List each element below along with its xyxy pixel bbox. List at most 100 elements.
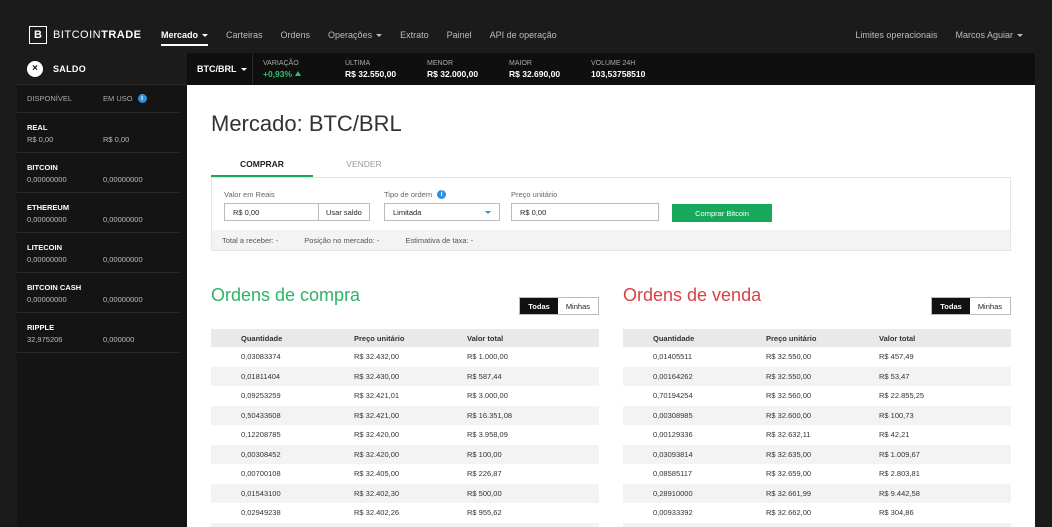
field-label: Preço unitário: [511, 190, 558, 199]
stat-last: ÚLTIMA R$ 32.550,00: [345, 60, 417, 79]
balance-item[interactable]: RIPPLE 32,975206 0,000000: [17, 313, 179, 353]
nav-item-api[interactable]: API de operação: [490, 17, 557, 53]
unit-price-input[interactable]: R$ 0,00: [511, 203, 659, 221]
coin-in-use: 0,00000000: [103, 215, 143, 224]
filter-all-button[interactable]: Todas: [932, 298, 970, 314]
top-navbar: B BITCOINTRADE Mercado Carteiras Ordens …: [17, 17, 1035, 53]
balance-item[interactable]: BITCOIN 0,00000000 0,00000000: [17, 153, 179, 193]
table-row[interactable]: 0,08577115R$ 32.674,00R$ 2.802,49: [623, 522, 1011, 527]
table-row[interactable]: 0,12208785 R$ 32.420,00 R$ 3.958,09: [211, 425, 599, 445]
cell-qty: 0,01811404: [241, 371, 281, 381]
cell-qty: 0,50433608: [241, 410, 281, 420]
field-label: Valor em Reais: [224, 190, 275, 199]
close-icon[interactable]: ×: [27, 60, 43, 77]
table-row[interactable]: 0,00700108 R$ 32.405,00 R$ 226,87: [211, 464, 599, 484]
cell-total: R$ 3.958,09: [467, 430, 508, 440]
coin-list: REAL R$ 0,00 R$ 0,00 BITCOIN 0,00000000 0,000…: [17, 113, 187, 353]
table-row[interactable]: 0,00308985 R$ 32.600,00 R$ 100,73: [623, 405, 1011, 425]
logo[interactable]: B BITCOINTRADE: [29, 26, 161, 44]
nav-item-carteiras[interactable]: Carteiras: [226, 17, 263, 53]
use-balance-button[interactable]: Usar saldo: [319, 203, 370, 221]
user-menu[interactable]: Marcos Aguiar: [955, 17, 1023, 53]
filter-all-button[interactable]: Todas: [520, 298, 558, 314]
coin-name: ETHEREUM: [27, 203, 70, 212]
nav-item-extrato[interactable]: Extrato: [400, 17, 429, 53]
info-icon[interactable]: i: [437, 190, 447, 199]
unit-price-field: Preço unitário R$ 0,00: [511, 190, 659, 221]
tab-buy[interactable]: COMPRAR: [211, 153, 313, 177]
nav-item-limits[interactable]: Limites operacionais: [855, 17, 937, 53]
cell-price: R$ 32.550,00: [766, 371, 812, 381]
cell-total: R$ 304,86: [879, 508, 914, 518]
balance-sidebar: × SALDO DISPONÍVEL EM USO i REAL R$ 0,00 R…: [17, 53, 187, 527]
cell-price: R$ 32.402,26: [354, 508, 400, 518]
balance-header: × SALDO: [17, 53, 187, 85]
chevron-down-icon: [1017, 33, 1023, 37]
table-row[interactable]: 0,07715571R$ 32.402,01R$ 2.500,00: [211, 522, 599, 527]
order-type-select[interactable]: Limitada: [384, 203, 500, 221]
table-row[interactable]: 0,01811404 R$ 32.430,00 R$ 587,44: [211, 366, 599, 386]
table-row[interactable]: 0,03083374 R$ 32.432,00 R$ 1.000,00: [211, 347, 599, 367]
buy-orders-table: Quantidade Preço unitário Valor total 0,030…: [211, 329, 599, 527]
table-row[interactable]: 0,08585117 R$ 32.659,00 R$ 2.803,81: [623, 464, 1011, 484]
cell-qty: 0,00308452: [241, 449, 281, 459]
col-price: Preço unitário: [354, 333, 405, 343]
table-row[interactable]: 0,00308452 R$ 32.420,00 R$ 100,00: [211, 444, 599, 464]
cell-total: R$ 955,62: [467, 508, 502, 518]
coin-available: 32,975206: [27, 335, 63, 344]
cell-qty: 0,00700108: [241, 469, 281, 479]
table-row[interactable]: 0,09253259 R$ 32.421,01 R$ 3.000,00: [211, 386, 599, 406]
value-input[interactable]: R$ 0,00: [224, 203, 319, 221]
nav-item-painel[interactable]: Painel: [447, 17, 472, 53]
stat-value: +0,93%: [263, 69, 335, 79]
value-field: Valor em Reais R$ 0,00 Usar saldo: [224, 190, 370, 221]
table-row[interactable]: 0,28910000 R$ 32.661,99 R$ 9.442,58: [623, 483, 1011, 503]
filter-mine-button[interactable]: Minhas: [558, 298, 598, 314]
cell-price: R$ 32.560,00: [766, 391, 812, 401]
table-row[interactable]: 0,00164262 R$ 32.550,00 R$ 53,47: [623, 366, 1011, 386]
cell-total: R$ 3.000,00: [467, 391, 508, 401]
table-row[interactable]: 0,70194254 R$ 32.560,00 R$ 22.855,25: [623, 386, 1011, 406]
nav-item-ordens[interactable]: Ordens: [281, 17, 311, 53]
balance-item[interactable]: ETHEREUM 0,00000000 0,00000000: [17, 193, 179, 233]
logo-b-icon: B: [29, 26, 47, 44]
cell-price: R$ 32.421,00: [354, 410, 400, 420]
nav-item-operacoes[interactable]: Operações: [328, 17, 383, 53]
buy-bitcoin-button[interactable]: Comprar Bitcoin: [672, 204, 772, 222]
table-row[interactable]: 0,50433608 R$ 32.421,00 R$ 16.351,08: [211, 405, 599, 425]
coin-available: 0,00000000: [27, 295, 67, 304]
balance-item[interactable]: REAL R$ 0,00 R$ 0,00: [17, 113, 179, 153]
stat-label: MAIOR: [509, 59, 532, 67]
col-qty: Quantidade: [241, 333, 283, 343]
pair-selector[interactable]: BTC/BRL: [187, 53, 253, 85]
cell-price: R$ 32.430,00: [354, 371, 400, 381]
balance-columns: DISPONÍVEL EM USO i: [17, 85, 179, 113]
balance-item[interactable]: LITECOIN 0,00000000 0,00000000: [17, 233, 179, 273]
cell-qty: 0,03093814: [653, 449, 693, 459]
balance-item[interactable]: BITCOIN CASH 0,00000000 0,00000000: [17, 273, 179, 313]
nav-right: Limites operacionais Marcos Aguiar: [837, 17, 1023, 53]
cell-price: R$ 32.405,00: [354, 469, 400, 479]
table-row[interactable]: 0,01543100 R$ 32.402,30 R$ 500,00: [211, 483, 599, 503]
coin-in-use: 0,000000: [103, 335, 135, 344]
table-row[interactable]: 0,00933392 R$ 32.662,00 R$ 304,86: [623, 503, 1011, 523]
table-row[interactable]: 0,01405511 R$ 32.550,00 R$ 457,49: [623, 347, 1011, 367]
tab-sell[interactable]: VENDER: [313, 153, 415, 177]
page-title: Mercado: BTC/BRL: [211, 111, 402, 136]
nav-item-mercado[interactable]: Mercado: [161, 17, 209, 53]
table-row[interactable]: 0,02949238 R$ 32.402,26 R$ 955,62: [211, 503, 599, 523]
coin-in-use: 0,00000000: [103, 175, 143, 184]
cell-price: R$ 32.420,00: [354, 430, 400, 440]
cell-qty: 0,00164262: [653, 371, 693, 381]
cell-total: R$ 16.351,08: [467, 410, 513, 420]
col-in-use: EM USO: [103, 94, 133, 103]
ticker-bar: BTC/BRL VARIAÇÃO +0,93% ÚLTIMA R$ 32.550…: [187, 53, 1035, 85]
chevron-down-icon: [202, 33, 209, 37]
coin-name: BITCOIN: [27, 163, 58, 172]
cell-total: R$ 100,00: [467, 449, 502, 459]
info-icon[interactable]: i: [137, 94, 147, 103]
cell-total: R$ 42,21: [879, 430, 910, 440]
table-row[interactable]: 0,03093814 R$ 32.635,00 R$ 1.009,67: [623, 444, 1011, 464]
table-row[interactable]: 0,00129336 R$ 32.632,11 R$ 42,21: [623, 425, 1011, 445]
filter-mine-button[interactable]: Minhas: [970, 298, 1010, 314]
